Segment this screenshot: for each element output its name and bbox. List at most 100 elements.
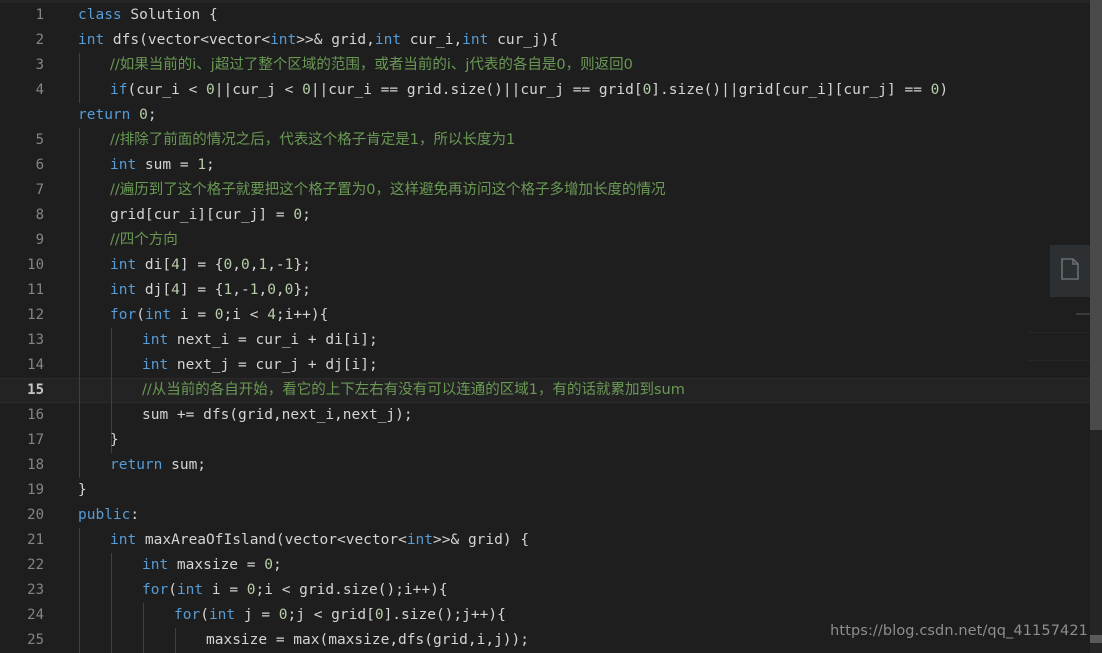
line-number: 22 xyxy=(27,557,44,573)
code-line[interactable]: 4 if(cur_i < 0||cur_j < 0||cur_i == grid.… xyxy=(0,78,1102,103)
indent-guide xyxy=(79,53,80,78)
code-token-id: i = xyxy=(203,582,247,598)
code-token-kw: for xyxy=(174,607,201,623)
code-line[interactable]: 21 int maxAreaOfIsland(vector<vector<int>… xyxy=(0,528,1102,553)
line-number: 18 xyxy=(27,457,44,473)
code-line[interactable]: 17} xyxy=(0,428,1102,453)
code-token-num: 1 xyxy=(223,282,233,298)
line-number: 21 xyxy=(27,532,44,548)
code-text: int maxsize = 0; xyxy=(142,553,282,578)
indent-guide xyxy=(175,628,176,653)
code-editor: 1 class Solution {2 int dfs(vector<vector<… xyxy=(0,0,1102,653)
vertical-scrollbar-thumb[interactable] xyxy=(1090,0,1102,430)
code-line[interactable]: 13 int next_i = cur_i + di[i]; xyxy=(0,328,1102,353)
code-token-id: sum = xyxy=(136,157,198,173)
code-token-kw: int xyxy=(374,32,402,48)
code-text: return sum; xyxy=(110,453,206,478)
code-text: } xyxy=(110,428,119,453)
code-text: for(int i = 0;i < grid.size();i++){ xyxy=(142,578,448,603)
open-file-panel-button[interactable] xyxy=(1050,245,1090,297)
code-line[interactable]: 23 for(int i = 0;i < grid.size();i++){ xyxy=(0,578,1102,603)
indent-guide xyxy=(111,403,112,428)
code-token-cmt: //从当前的各自开始，看它的上下左右有没有可以连通的区域1，有的话就累加到sum xyxy=(142,382,685,398)
code-text: int sum = 1; xyxy=(110,153,215,178)
code-line[interactable]: 10 int di[4] = {0,0,1,-1}; xyxy=(0,253,1102,278)
code-token-id: maxsize = max(maxsize,dfs(grid,i,j)); xyxy=(206,632,530,648)
code-token-id: ) xyxy=(939,82,949,98)
code-token-id: ( xyxy=(168,582,177,598)
code-line[interactable]: 14 int next_j = cur_j + dj[i]; xyxy=(0,353,1102,378)
line-number: 3 xyxy=(35,57,44,73)
code-text: //排除了前面的情况之后，代表这个格子肯定是1，所以长度为1 xyxy=(110,128,515,153)
code-text: for(int i = 0;i < 4;i++){ xyxy=(110,303,328,328)
indent-guide xyxy=(111,578,112,603)
code-token-id: ||cur_j < xyxy=(214,82,303,98)
code-token-cmt: //四个方向 xyxy=(110,232,178,248)
code-line[interactable]: return 0; xyxy=(0,103,1102,128)
code-token-kw: public xyxy=(78,507,131,523)
code-token-id: maxsize = xyxy=(168,557,265,573)
code-token-id: , xyxy=(275,282,285,298)
code-token-id: ; xyxy=(147,107,157,123)
code-line[interactable]: 7 //遍历到了这个格子就要把这个格子置为0，这样避免再访问这个格子多增加长度的情… xyxy=(0,178,1102,203)
code-line[interactable]: 12 for(int i = 0;i < 4;i++){ xyxy=(0,303,1102,328)
code-token-num: 0 xyxy=(139,107,148,123)
code-line[interactable]: 20 public: xyxy=(0,503,1102,528)
code-line[interactable]: 8 grid[cur_i][cur_j] = 0; xyxy=(0,203,1102,228)
indent-guide xyxy=(79,203,80,228)
vertical-scrollbar-track[interactable] xyxy=(1090,0,1102,653)
code-token-id: ] = { xyxy=(179,282,224,298)
code-text: int next_i = cur_i + di[i]; xyxy=(142,328,378,353)
code-line[interactable]: 19} xyxy=(0,478,1102,503)
code-token-num: 0 xyxy=(206,82,215,98)
code-text: if(cur_i < 0||cur_j < 0||cur_i == grid.s… xyxy=(110,78,948,103)
code-token-id: Solution { xyxy=(121,7,218,23)
code-token-kw: int xyxy=(110,157,137,173)
indent-guide xyxy=(79,303,80,328)
code-line-active[interactable]: 15 //从当前的各自开始，看它的上下左右有没有可以连通的区域1，有的话就累加到s… xyxy=(0,378,1102,403)
code-line[interactable]: 1 class Solution { xyxy=(0,3,1102,28)
code-token-cmt: //排除了前面的情况之后，代表这个格子肯定是1，所以长度为1 xyxy=(110,132,516,148)
code-token-id: ;i < xyxy=(223,307,268,323)
code-token-id: di[ xyxy=(136,257,172,273)
code-token-num: 0 xyxy=(214,307,224,323)
code-token-kw: return xyxy=(78,107,131,123)
code-token-id: ||cur_i == grid.size()||cur_j == grid[ xyxy=(310,82,643,98)
code-line[interactable]: 2 int dfs(vector<vector<int>>& grid,int c… xyxy=(0,28,1102,53)
code-token-id: cur_j){ xyxy=(488,32,559,48)
code-line[interactable]: 3 //如果当前的i、j超过了整个区域的范围，或者当前的i、j代表的各自是0，则返… xyxy=(0,53,1102,78)
code-token-id: sum; xyxy=(162,457,207,473)
code-token-kw: int xyxy=(142,332,169,348)
code-token-num: 0 xyxy=(264,557,273,573)
code-line[interactable]: 5 //排除了前面的情况之后，代表这个格子肯定是1，所以长度为1 xyxy=(0,128,1102,153)
code-token-kw: int xyxy=(142,557,169,573)
code-text: for(int j = 0;j < grid[0].size();j++){ xyxy=(174,603,506,628)
code-token-id: >>& grid, xyxy=(296,32,375,48)
line-number: 17 xyxy=(27,432,44,448)
indent-guide xyxy=(111,328,112,353)
code-token-id: grid[cur_i][cur_j] = xyxy=(110,207,294,223)
code-token-kw: int xyxy=(462,32,489,48)
code-token-id: ].size()||grid[cur_i][cur_j] == xyxy=(651,82,931,98)
code-line[interactable]: 22 int maxsize = 0; xyxy=(0,553,1102,578)
indent-guide xyxy=(79,553,80,578)
code-token-num: 4 xyxy=(267,307,276,323)
indent-guide xyxy=(79,253,80,278)
code-line[interactable]: 6 int sum = 1; xyxy=(0,153,1102,178)
code-token-num: 0 xyxy=(302,82,311,98)
code-token-id: ;i++){ xyxy=(275,307,329,323)
code-content-area[interactable]: 1 class Solution {2 int dfs(vector<vector<… xyxy=(0,3,1102,653)
code-token-id: maxAreaOfIsland(vector<vector< xyxy=(136,532,407,548)
code-line[interactable]: 11 int dj[4] = {1,-1,0,0}; xyxy=(0,278,1102,303)
code-token-num: 0 xyxy=(267,282,276,298)
code-line[interactable]: 18 return sum; xyxy=(0,453,1102,478)
code-token-num: 0 xyxy=(240,257,250,273)
code-token-id: >>& grid) { xyxy=(433,532,530,548)
indent-guide xyxy=(111,553,112,578)
code-line[interactable]: 16 sum += dfs(grid,next_i,next_j); xyxy=(0,403,1102,428)
code-line[interactable]: 9 //四个方向 xyxy=(0,228,1102,253)
code-text: //如果当前的i、j超过了整个区域的范围，或者当前的i、j代表的各自是0，则返回… xyxy=(110,53,633,78)
code-token-id: j = xyxy=(235,607,279,623)
code-token-kw: int xyxy=(78,32,105,48)
line-number: 14 xyxy=(27,357,44,373)
